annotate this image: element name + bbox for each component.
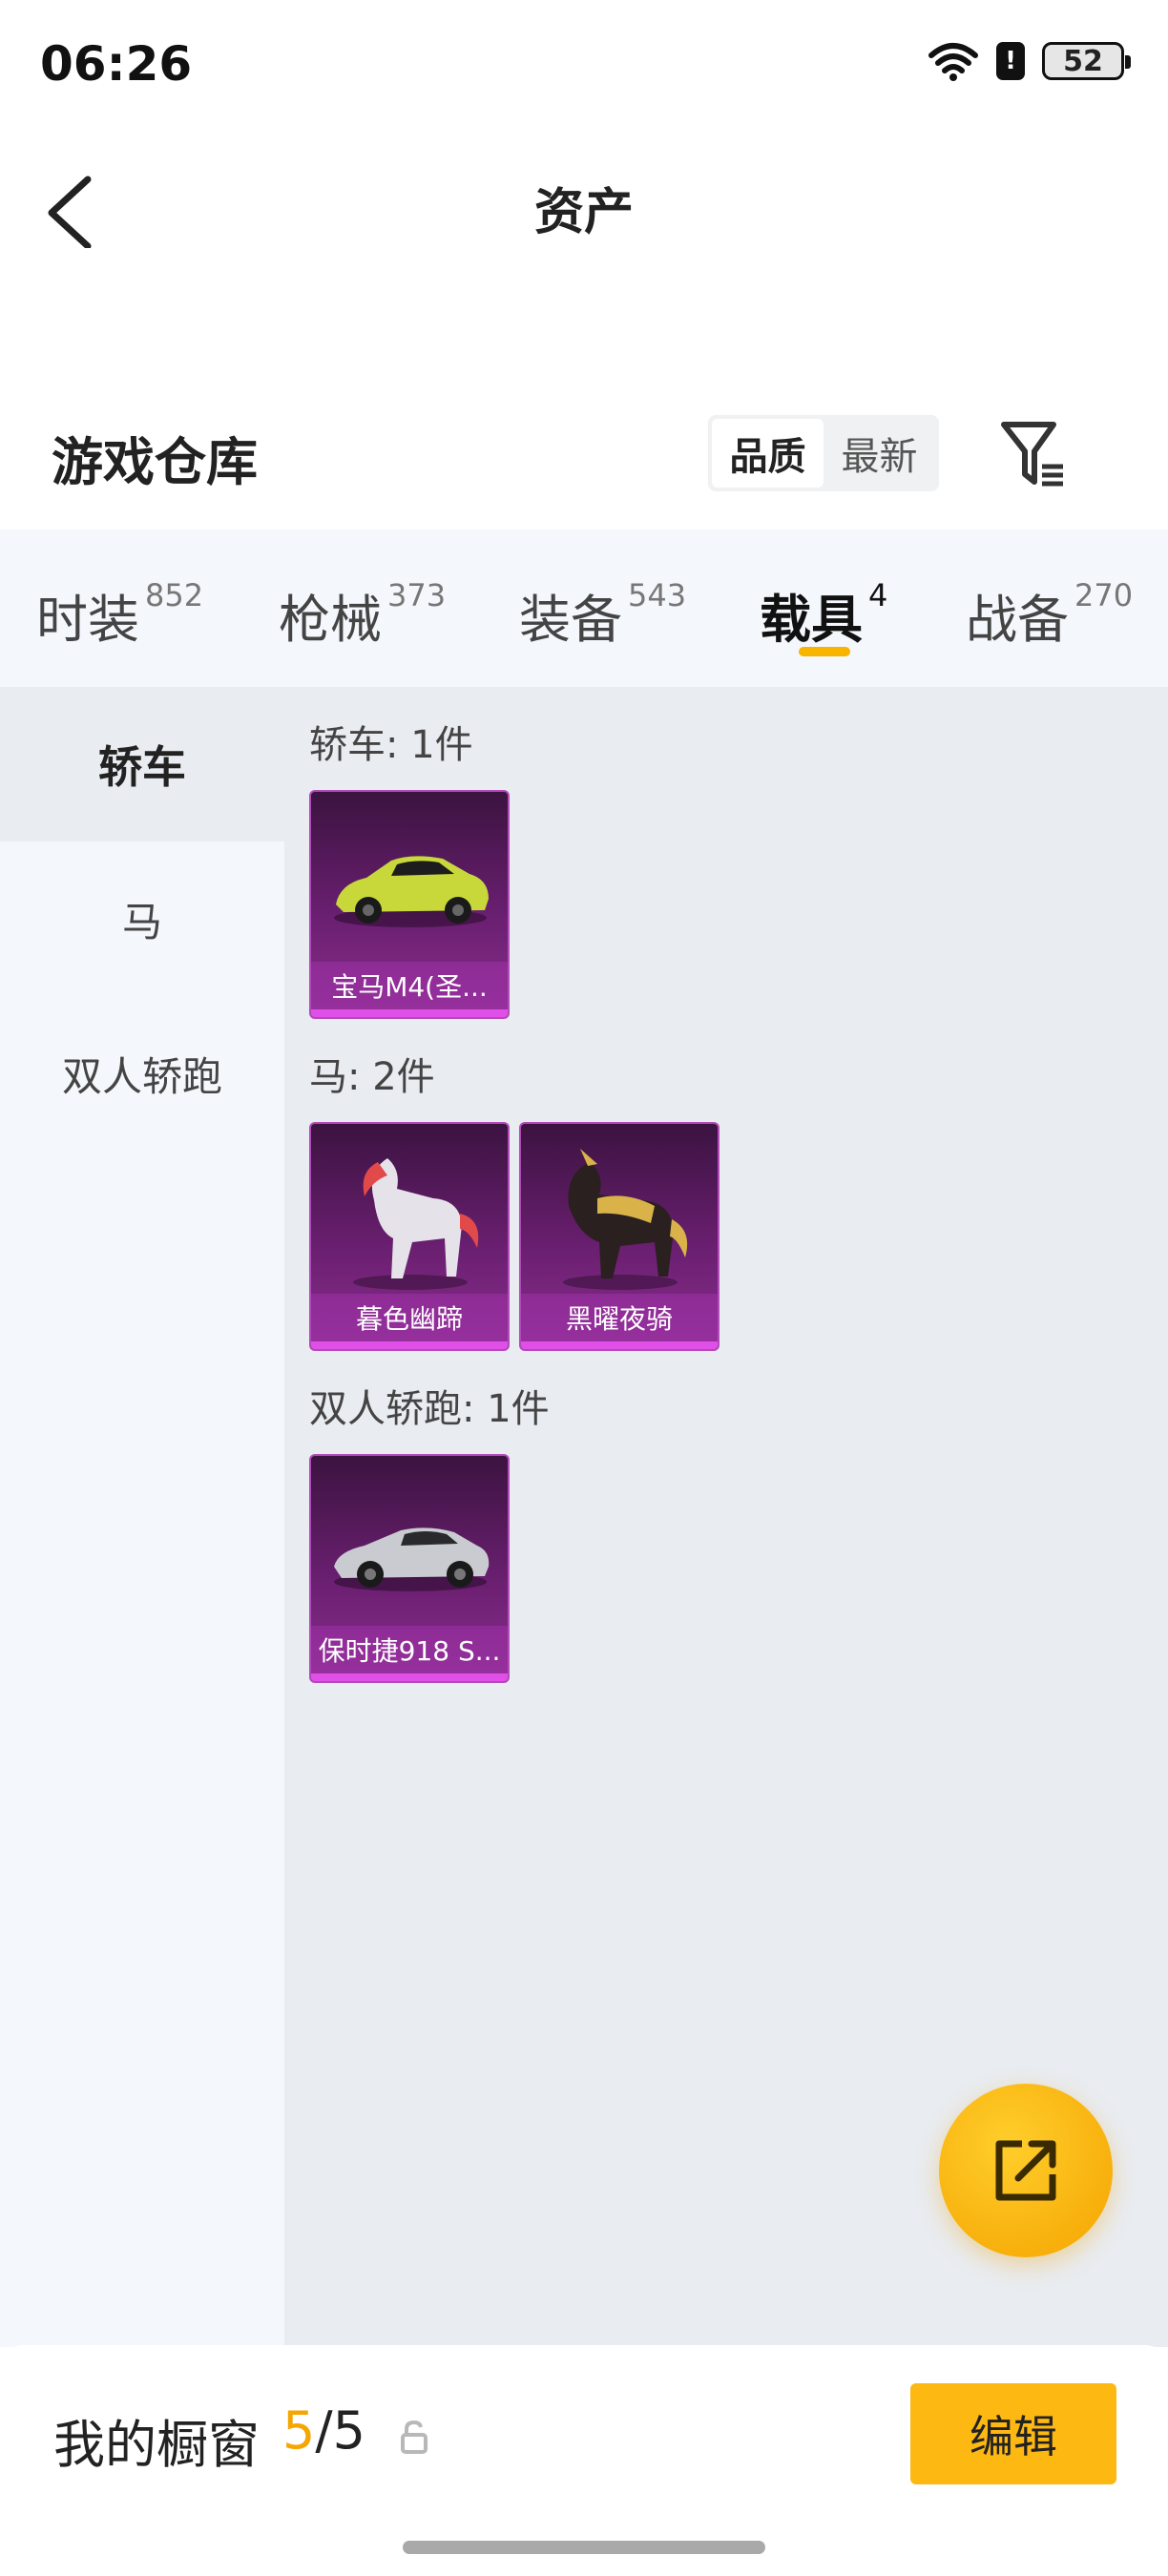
tab-count: 852 bbox=[145, 577, 204, 613]
status-bar: 06:26 ! 52 bbox=[0, 0, 1168, 134]
warehouse-bar: 游戏仓库 品质 最新 bbox=[0, 377, 1168, 530]
category-tabs: 时装 852 枪械 373 装备 543 载具 4 战备 270 bbox=[0, 530, 1168, 687]
item-card[interactable]: 保时捷918 S... bbox=[309, 1454, 510, 1683]
group-title-sedan: 轿车: 1件 bbox=[309, 723, 473, 767]
item-name: 宝马M4(圣... bbox=[311, 962, 508, 1009]
tab-count: 270 bbox=[1074, 577, 1134, 613]
share-button[interactable] bbox=[939, 2084, 1113, 2257]
tab-count: 373 bbox=[387, 577, 447, 613]
sort-quality-option[interactable]: 品质 bbox=[712, 419, 824, 488]
sidebar-item-horse[interactable]: 马 bbox=[0, 841, 284, 996]
tab-fashion[interactable]: 时装 852 bbox=[36, 577, 203, 653]
rarity-bar bbox=[521, 1341, 718, 1349]
item-name: 暮色幽蹄 bbox=[311, 1294, 508, 1341]
alert-icon: ! bbox=[996, 42, 1025, 80]
item-card[interactable]: 黑曜夜骑 bbox=[519, 1122, 720, 1351]
showcase-label: 我的橱窗 bbox=[53, 2415, 260, 2475]
tab-count: 543 bbox=[628, 577, 687, 613]
edit-button[interactable]: 编辑 bbox=[910, 2383, 1116, 2484]
showcase-total: 5 bbox=[332, 2400, 365, 2461]
page-header: 资产 bbox=[0, 134, 1168, 343]
tab-equipment[interactable]: 装备 543 bbox=[519, 577, 686, 653]
wifi-icon bbox=[928, 43, 978, 81]
sort-toggle: 品质 最新 bbox=[708, 415, 939, 491]
horse-icon bbox=[563, 1149, 688, 1290]
sidebar-item-coupe[interactable]: 双人轿跑 bbox=[0, 996, 284, 1151]
active-tab-indicator bbox=[799, 647, 850, 656]
home-indicator[interactable] bbox=[403, 2541, 765, 2554]
tab-label: 载具 bbox=[760, 590, 863, 650]
tab-battle-gear[interactable]: 战备 270 bbox=[966, 577, 1133, 653]
item-card[interactable]: 暮色幽蹄 bbox=[309, 1122, 510, 1351]
status-icons: ! 52 bbox=[928, 40, 1131, 82]
car-icon bbox=[334, 1527, 490, 1591]
group-title-coupe: 双人轿跑: 1件 bbox=[309, 1387, 550, 1431]
tab-label: 枪械 bbox=[279, 590, 382, 650]
warehouse-title: 游戏仓库 bbox=[52, 432, 258, 492]
group-title-horse: 马: 2件 bbox=[309, 1055, 435, 1099]
share-icon bbox=[995, 2140, 1056, 2201]
filter-icon[interactable] bbox=[998, 415, 1067, 491]
tab-label: 战备 bbox=[966, 590, 1069, 650]
subcategory-sidebar: 轿车 马 双人轿跑 bbox=[0, 687, 284, 2347]
tab-label: 时装 bbox=[36, 590, 139, 650]
tab-label: 装备 bbox=[519, 590, 622, 650]
showcase-count: 5/5 bbox=[282, 2400, 365, 2461]
item-name: 保时捷918 S... bbox=[311, 1626, 508, 1673]
tab-vehicles[interactable]: 载具 4 bbox=[760, 577, 887, 653]
showcase-current: 5 bbox=[282, 2400, 316, 2461]
car-icon bbox=[334, 856, 489, 927]
sort-latest-option[interactable]: 最新 bbox=[824, 419, 935, 488]
tab-firearms[interactable]: 枪械 373 bbox=[279, 577, 446, 653]
item-card[interactable]: 宝马M4(圣... bbox=[309, 790, 510, 1019]
status-time: 06:26 bbox=[40, 36, 193, 92]
lock-icon bbox=[401, 2420, 428, 2454]
item-name: 黑曜夜骑 bbox=[521, 1294, 718, 1341]
horse-icon bbox=[353, 1158, 479, 1290]
rarity-bar bbox=[311, 1009, 508, 1017]
sidebar-item-sedan[interactable]: 轿车 bbox=[0, 687, 284, 841]
battery-icon: 52 bbox=[1042, 42, 1131, 80]
tab-count: 4 bbox=[868, 577, 888, 613]
rarity-bar bbox=[311, 1673, 508, 1681]
page-title: 资产 bbox=[533, 184, 634, 241]
rarity-bar bbox=[311, 1341, 508, 1349]
showcase-separator: / bbox=[315, 2400, 333, 2461]
